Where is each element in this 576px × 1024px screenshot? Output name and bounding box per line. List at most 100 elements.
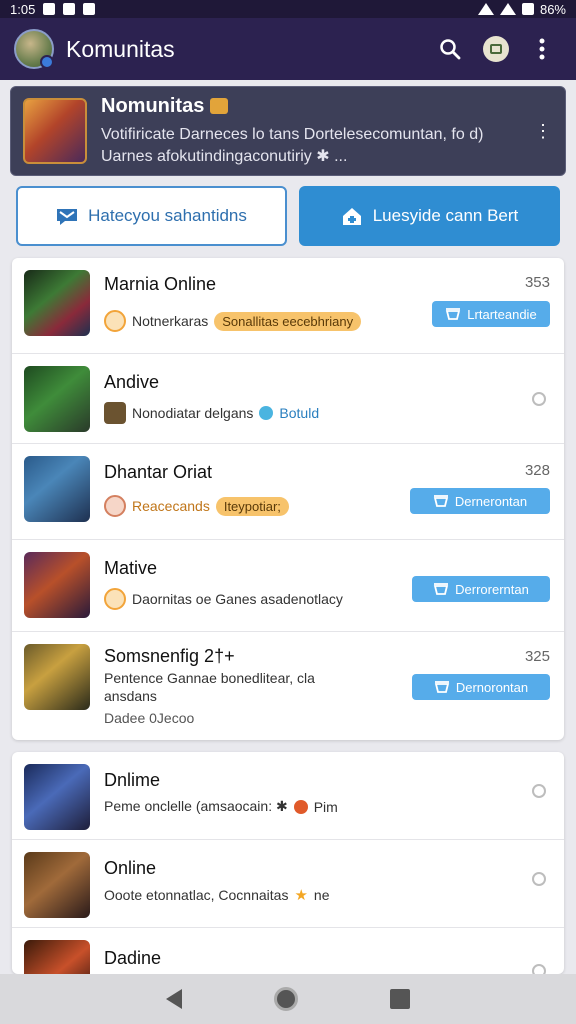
featured-more-icon[interactable]: ⋮ xyxy=(533,121,553,142)
list-item[interactable]: Somsnenfig 2†+ Pentence Gannae bonedlite… xyxy=(12,632,564,740)
join-icon xyxy=(446,308,461,320)
join-button[interactable]: Lrtarteandie xyxy=(432,301,550,327)
message-icon xyxy=(57,209,78,225)
join-button-label: Derrorerntan xyxy=(455,581,529,597)
join-button[interactable]: Dernerontan xyxy=(410,488,550,514)
item-thumbnail xyxy=(24,456,90,522)
community-icon xyxy=(104,588,126,610)
featured-community[interactable]: Nomunitas Votifiricate Darneces lo tans … xyxy=(10,86,566,176)
list-item[interactable]: Online Ooote etonnatlac, Cocnnaitas ★ ne xyxy=(12,840,564,928)
explore-button-label: Hatecyou sahantidns xyxy=(88,206,247,225)
item-thumbnail xyxy=(24,852,90,918)
more-vert-icon xyxy=(539,38,545,60)
battery-level: 86% xyxy=(539,1,566,17)
verified-icon xyxy=(259,406,274,420)
item-count: 353 xyxy=(524,274,550,291)
item-sub: Daornitas oe Ganes asadenotlacy xyxy=(132,591,343,607)
item-title: Dnlime xyxy=(104,770,161,790)
select-radio[interactable] xyxy=(532,392,546,406)
item-thumbnail xyxy=(24,552,90,618)
notification-icon xyxy=(43,3,56,15)
app-bar: Komunitas xyxy=(0,18,576,80)
recents-icon[interactable] xyxy=(390,989,410,1009)
search-icon xyxy=(440,39,461,60)
back-icon[interactable] xyxy=(166,989,182,1009)
featured-title: Nomunitas xyxy=(101,94,205,117)
signal-icon xyxy=(499,3,516,15)
community-list: Marnia Online Notnerkaras Sonallitas eec… xyxy=(12,258,564,740)
fire-icon xyxy=(293,799,308,814)
item-sub: Pentence Gannae bonedlitear, cla xyxy=(104,670,315,686)
list-item[interactable]: Marnia Online Notnerkaras Sonallitas eec… xyxy=(12,258,564,354)
community-list-secondary: Dnlime Peme onclelle (amsaocain: ✱ Pim O… xyxy=(12,752,564,974)
join-button-label: Dernorontan xyxy=(455,679,529,695)
join-icon xyxy=(434,681,450,693)
item-title: Somsnenfig 2†+ xyxy=(104,646,235,666)
item-thumbnail xyxy=(24,764,90,830)
badge-icon xyxy=(210,98,229,114)
item-sub: Reacecands xyxy=(132,498,210,514)
item-tag: Iteypotiar; xyxy=(215,496,289,516)
select-radio[interactable] xyxy=(532,872,546,886)
item-title: Dadine xyxy=(104,948,162,968)
select-radio[interactable] xyxy=(532,964,546,974)
status-bar: 1:05 86% xyxy=(0,0,576,18)
featured-desc-line1: Votifiricate Darneces lo tans Dortelesec… xyxy=(101,125,484,143)
more-menu-button[interactable] xyxy=(522,29,562,69)
online-dot xyxy=(40,55,54,69)
wifi-icon xyxy=(477,3,494,15)
list-item[interactable]: Mative Daornitas oe Ganes asadenotlacy D… xyxy=(12,540,564,632)
item-sub: Ooote etonnatlac, Cocnnaitas xyxy=(104,887,289,903)
item-thumbnail xyxy=(24,644,90,710)
select-radio[interactable] xyxy=(532,784,546,798)
home-plus-icon xyxy=(342,208,361,225)
item-title: Andive xyxy=(104,372,160,392)
create-button-label: Luesyide cann Bert xyxy=(372,206,519,225)
item-sub-tail: Pim xyxy=(313,798,338,815)
settings-notification-icon xyxy=(63,3,76,15)
item-meta: Dadee 0Jecoo xyxy=(104,710,195,726)
item-sub: Nonodiatar delgans xyxy=(132,405,254,421)
page-title: Komunitas xyxy=(66,35,175,62)
camera-profile-icon xyxy=(483,36,509,62)
list-item[interactable]: Andive Nonodiatar delgans Botuld xyxy=(12,354,564,444)
download-icon xyxy=(83,3,96,15)
system-nav-bar xyxy=(0,974,576,1024)
join-button-label: Lrtarteandie xyxy=(467,306,537,322)
join-button[interactable]: Derrorerntan xyxy=(412,576,550,602)
item-sub-tail: ne xyxy=(313,887,330,903)
explore-button[interactable]: Hatecyou sahantidns xyxy=(16,186,287,246)
item-thumbnail xyxy=(24,270,90,336)
item-thumbnail xyxy=(24,940,90,974)
item-tag: Botuld xyxy=(279,405,320,421)
item-title: Online xyxy=(104,858,157,878)
item-sub: Notnerkaras xyxy=(132,313,209,329)
item-count: 325 xyxy=(524,648,550,665)
community-icon xyxy=(104,402,126,424)
profile-button[interactable] xyxy=(476,29,516,69)
item-count: 328 xyxy=(524,462,550,479)
item-sub: Peme onclelle (amsaocain: ✱ xyxy=(104,798,288,814)
list-item[interactable]: Dadine xyxy=(12,928,564,974)
status-time: 1:05 xyxy=(10,1,36,17)
star-icon: ★ xyxy=(294,887,308,904)
list-item[interactable]: Dnlime Peme onclelle (amsaocain: ✱ Pim xyxy=(12,752,564,840)
item-tag: Sonallitas eecebhriany xyxy=(214,311,362,331)
community-icon xyxy=(104,495,126,517)
featured-thumbnail xyxy=(23,98,87,164)
join-icon xyxy=(433,583,449,595)
join-button-label: Dernerontan xyxy=(454,493,528,509)
create-button[interactable]: Luesyide cann Bert xyxy=(299,186,560,246)
featured-desc-line2: Uarnes afokutindingaconutiriy ✱ ... xyxy=(101,147,348,165)
search-button[interactable] xyxy=(430,29,470,69)
item-sub-2: ansdans xyxy=(104,688,157,704)
join-button[interactable]: Dernorontan xyxy=(412,674,550,700)
item-title: Dhantar Oriat xyxy=(104,462,213,482)
list-item[interactable]: Dhantar Oriat Reacecands Iteypotiar; 328… xyxy=(12,444,564,540)
community-icon xyxy=(104,310,126,332)
avatar[interactable] xyxy=(14,29,54,69)
item-title: Mative xyxy=(104,558,158,578)
item-thumbnail xyxy=(24,366,90,432)
battery-icon xyxy=(521,3,534,15)
home-icon[interactable] xyxy=(274,987,298,1011)
